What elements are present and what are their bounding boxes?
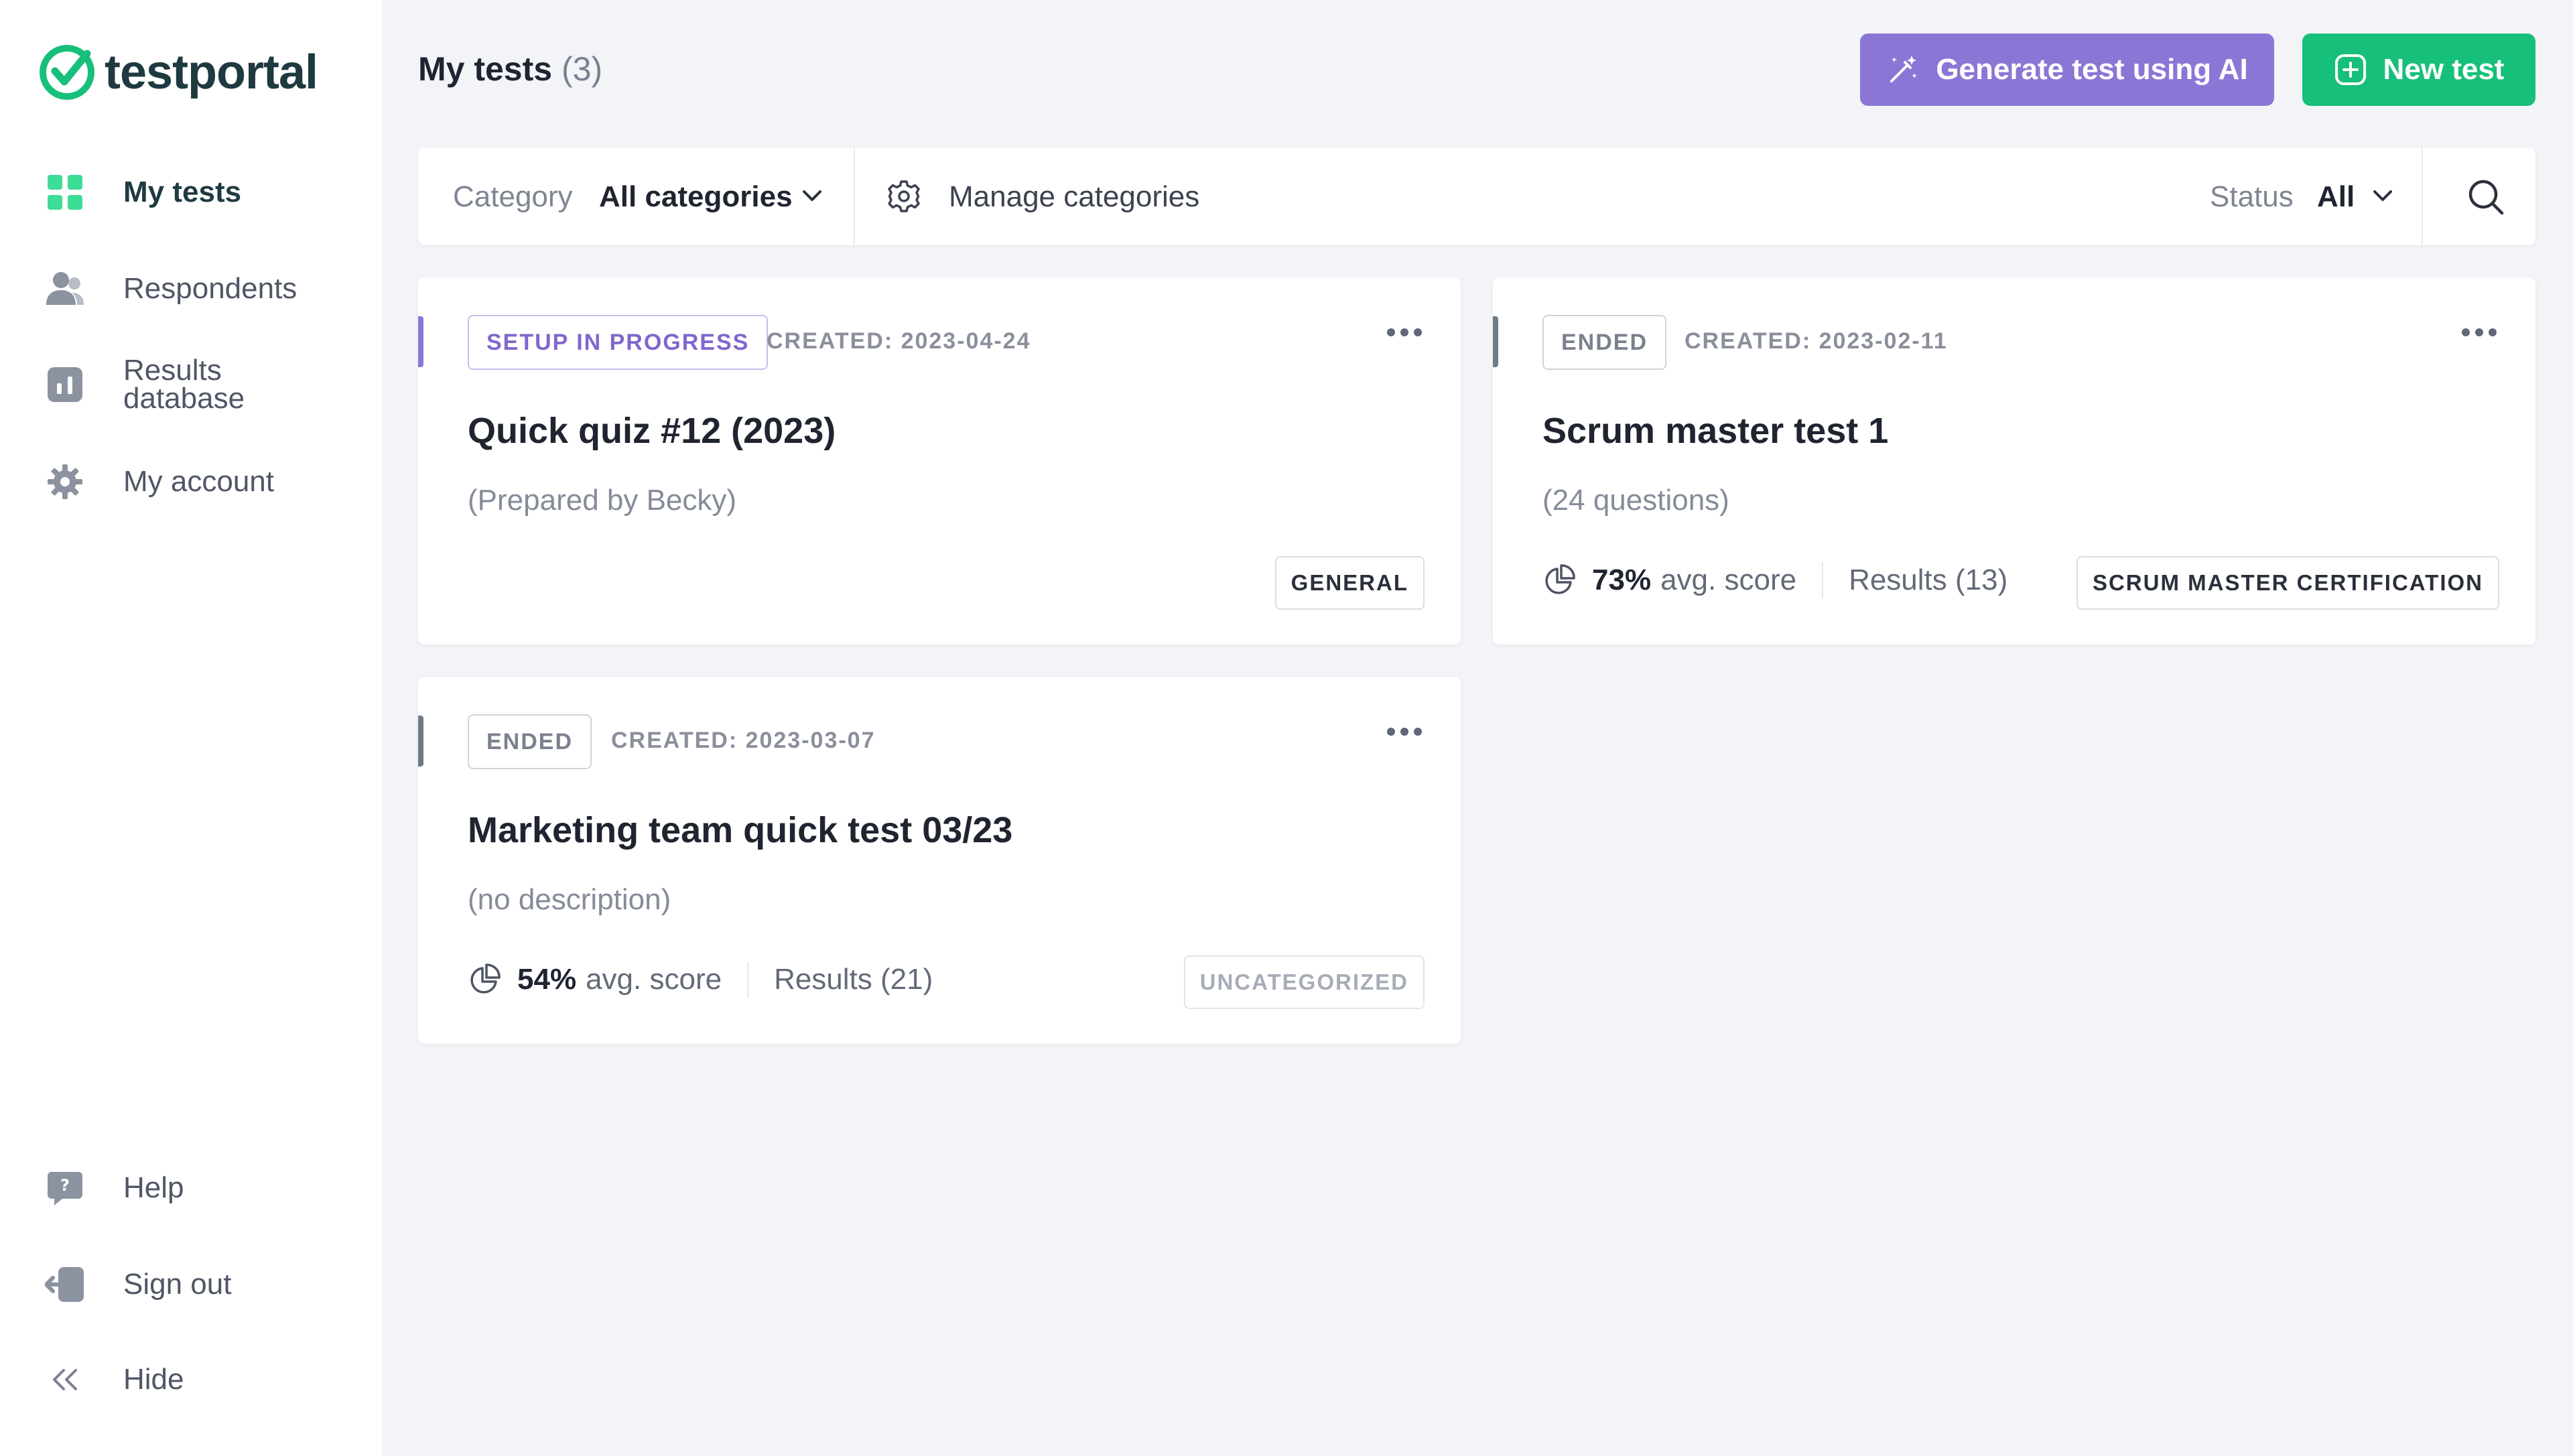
- brand-name: testportal: [105, 46, 318, 99]
- category-filter-label: Category: [453, 180, 573, 213]
- sidebar-item-label: My account: [123, 465, 274, 498]
- test-stats: 54% avg. score Results (21): [468, 959, 933, 1000]
- sidebar-item-sign-out[interactable]: Sign out: [43, 1262, 231, 1307]
- new-test-label: New test: [2383, 53, 2505, 86]
- test-card[interactable]: ENDED CREATED: 2023-02-11 Scrum master t…: [1493, 277, 2535, 645]
- status-badge: ENDED: [1542, 315, 1667, 370]
- chevrons-left-icon: [43, 1358, 87, 1402]
- test-stats: 73% avg. score Results (13): [1542, 560, 2007, 600]
- sidebar-item-help[interactable]: ? Help: [43, 1166, 184, 1210]
- more-options-icon[interactable]: [1386, 725, 1423, 738]
- gear-icon: [43, 460, 87, 504]
- search-icon: [2468, 180, 2504, 215]
- test-title[interactable]: Scrum master test 1: [1542, 410, 1888, 452]
- sidebar-hide-toggle[interactable]: Hide: [43, 1358, 184, 1402]
- filter-bar: Category All categories Manage categorie…: [418, 147, 2535, 245]
- filter-divider: [2422, 147, 2423, 245]
- pie-chart-icon: [1545, 564, 1575, 594]
- sidebar-item-label: Sign out: [123, 1268, 232, 1301]
- chevron-down-icon[interactable]: [797, 182, 827, 209]
- test-description: (no description): [468, 883, 671, 916]
- test-count: (3): [561, 50, 603, 88]
- grid-icon: [43, 170, 87, 214]
- chevron-down-icon[interactable]: [2368, 182, 2397, 209]
- sidebar: testportal My tests Respondents Results …: [0, 0, 382, 1456]
- test-card[interactable]: ENDED CREATED: 2023-03-07 Marketing team…: [418, 677, 1461, 1044]
- avg-score-value: 73%: [1592, 564, 1652, 596]
- page-title: My tests (3): [418, 50, 602, 88]
- manage-categories-link[interactable]: Manage categories: [949, 180, 1199, 214]
- sidebar-item-label: My tests: [123, 176, 242, 208]
- sidebar-item-my-account[interactable]: My account: [43, 460, 274, 504]
- created-date: CREATED: 2023-02-11: [1685, 328, 1948, 354]
- magic-wand-icon: [1890, 56, 1918, 82]
- test-card[interactable]: SETUP IN PROGRESS CREATED: 2023-04-24 Qu…: [418, 277, 1461, 645]
- check-circle-logo-icon: [40, 45, 94, 100]
- users-icon: [43, 267, 87, 311]
- test-title[interactable]: Quick quiz #12 (2023): [468, 410, 836, 452]
- stats-divider: [1822, 562, 1824, 598]
- stats-divider: [747, 962, 749, 998]
- sidebar-item-respondents[interactable]: Respondents: [43, 267, 297, 311]
- app-root: testportal My tests Respondents Results …: [0, 0, 2573, 1456]
- generate-ai-label: Generate test using AI: [1936, 53, 2248, 86]
- category-tag: GENERAL: [1274, 556, 1425, 610]
- test-description: (24 questions): [1542, 484, 1729, 517]
- status-filter-select[interactable]: All: [2317, 180, 2355, 214]
- sidebar-item-label: Help: [123, 1171, 184, 1204]
- results-link[interactable]: Results (21): [774, 963, 933, 996]
- category-filter-select[interactable]: All categories: [599, 180, 793, 214]
- category-tag: UNCATEGORIZED: [1183, 955, 1425, 1009]
- results-link[interactable]: Results (13): [1849, 564, 2007, 597]
- pie-chart-icon: [470, 964, 501, 994]
- created-date: CREATED: 2023-04-24: [767, 328, 1031, 354]
- sidebar-item-label: Hide: [123, 1363, 184, 1396]
- avg-score-value: 54%: [517, 963, 577, 996]
- avg-score-label: avg. score: [1660, 564, 1797, 596]
- generate-ai-button[interactable]: Generate test using AI: [1860, 34, 2274, 106]
- avg-score-label: avg. score: [586, 963, 722, 996]
- sidebar-item-label: Results database: [123, 354, 245, 415]
- category-tag: SCRUM MASTER CERTIFICATION: [2076, 556, 2499, 610]
- chart-icon: [43, 362, 87, 407]
- gear-outline-icon[interactable]: [886, 178, 922, 214]
- sidebar-item-label: Respondents: [123, 272, 298, 305]
- test-title[interactable]: Marketing team quick test 03/23: [468, 809, 1012, 851]
- page-title-text: My tests: [418, 50, 553, 88]
- status-filter-label: Status: [2210, 180, 2294, 213]
- new-test-button[interactable]: New test: [2302, 34, 2535, 106]
- filter-divider: [854, 147, 855, 245]
- help-icon: ?: [43, 1166, 87, 1210]
- sign-out-icon: [43, 1262, 87, 1307]
- sidebar-item-my-tests[interactable]: My tests: [43, 170, 241, 214]
- svg-text:?: ?: [60, 1176, 70, 1195]
- card-accent-bar: [418, 716, 423, 767]
- sidebar-item-results-database[interactable]: Results database: [43, 356, 245, 413]
- created-date: CREATED: 2023-03-07: [611, 728, 876, 753]
- more-options-icon[interactable]: [1386, 326, 1423, 339]
- search-button[interactable]: [2460, 172, 2511, 222]
- test-description: (Prepared by Becky): [468, 484, 737, 517]
- card-accent-bar: [1493, 316, 1498, 367]
- status-badge: SETUP IN PROGRESS: [468, 315, 769, 370]
- logo[interactable]: testportal: [38, 40, 318, 105]
- status-badge: ENDED: [468, 714, 592, 769]
- plus-square-icon: [2334, 54, 2366, 85]
- card-accent-bar: [418, 316, 423, 367]
- more-options-icon[interactable]: [2460, 326, 2498, 339]
